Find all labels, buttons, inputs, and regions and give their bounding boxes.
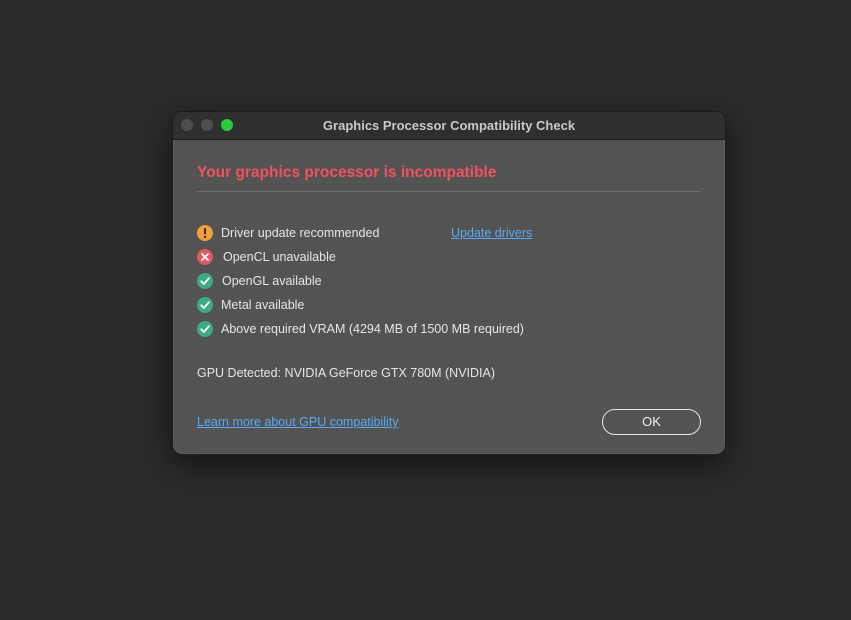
check-item-metal: Metal available bbox=[197, 297, 457, 315]
gpu-detected-text: GPU Detected: NVIDIA GeForce GTX 780M (N… bbox=[197, 366, 496, 380]
gpu-compatibility-dialog: Graphics Processor Compatibility Check Y… bbox=[172, 111, 726, 455]
x-icon bbox=[197, 249, 213, 265]
divider bbox=[197, 191, 701, 192]
check-label: OpenGL available bbox=[222, 274, 322, 288]
check-label: Above required VRAM (4294 MB of 1500 MB … bbox=[221, 322, 524, 336]
check-item-driver-update: Driver update recommended bbox=[197, 225, 457, 243]
check-item-opencl: OpenCL unavailable bbox=[197, 249, 457, 267]
checkmark-icon bbox=[197, 321, 213, 337]
ok-button[interactable]: OK bbox=[602, 409, 701, 435]
learn-more-link[interactable]: Learn more about GPU compatibility bbox=[197, 415, 398, 429]
check-label: Driver update recommended bbox=[221, 226, 380, 240]
update-drivers-link[interactable]: Update drivers bbox=[451, 226, 532, 240]
check-item-vram: Above required VRAM (4294 MB of 1500 MB … bbox=[197, 321, 597, 339]
check-item-opengl: OpenGL available bbox=[197, 273, 457, 291]
check-label: OpenCL unavailable bbox=[223, 250, 336, 264]
window-title: Graphics Processor Compatibility Check bbox=[322, 118, 576, 133]
incompatible-heading: Your graphics processor is incompatible bbox=[197, 164, 497, 181]
title-bar: Graphics Processor Compatibility Check bbox=[173, 112, 725, 140]
checkmark-icon bbox=[197, 273, 213, 289]
exclamation-icon bbox=[197, 225, 213, 241]
checkmark-icon bbox=[197, 297, 213, 313]
check-label: Metal available bbox=[221, 298, 305, 312]
